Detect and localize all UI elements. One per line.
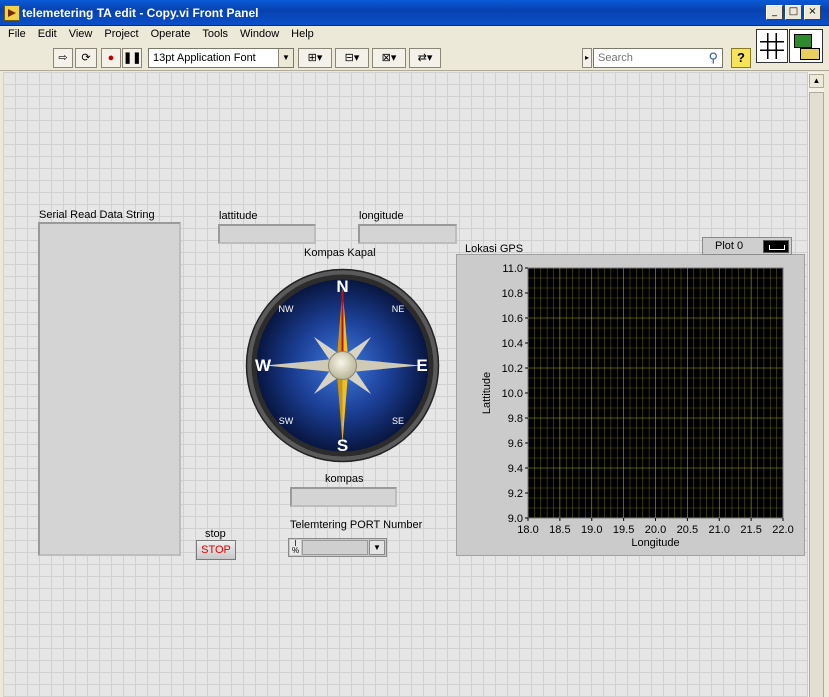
y-tick-label: 11.0 xyxy=(502,263,523,275)
x-tick-label: 21.5 xyxy=(740,524,761,536)
lattitude-indicator[interactable] xyxy=(218,224,316,244)
y-tick-label: 10.0 xyxy=(502,388,523,400)
distribute-objects-icon[interactable]: ⊟▾ xyxy=(335,48,369,68)
align-objects-icon[interactable]: ⊞▾ xyxy=(298,48,332,68)
y-tick-label: 9.2 xyxy=(508,488,523,500)
compass-label: Kompas Kapal xyxy=(304,247,376,259)
x-tick-label: 22.0 xyxy=(772,524,793,536)
minimize-button[interactable]: _ xyxy=(766,5,783,20)
search-expand-icon[interactable]: ▸ xyxy=(582,48,592,68)
menu-file[interactable]: File xyxy=(2,26,32,45)
y-tick-label: 10.2 xyxy=(502,363,523,375)
compass-e: E xyxy=(416,356,427,375)
plot-legend[interactable]: Plot 0 xyxy=(702,237,792,255)
compass-sw: SW xyxy=(279,416,294,426)
y-tick-label: 9.6 xyxy=(508,438,523,450)
x-tick-label: 18.5 xyxy=(549,524,570,536)
chevron-down-icon[interactable]: ▼ xyxy=(369,540,385,555)
vertical-scrollbar[interactable]: ▲ xyxy=(807,72,824,697)
window-title: telemetering TA edit - Copy.vi Front Pan… xyxy=(22,6,259,20)
x-tick-label: 21.0 xyxy=(709,524,730,536)
font-dropdown-value: 13pt Application Font xyxy=(153,52,256,64)
plot-legend-swatch[interactable] xyxy=(763,240,789,253)
menu-operate[interactable]: Operate xyxy=(145,26,197,45)
kompas-indicator[interactable] xyxy=(290,487,397,507)
scrollbar-thumb[interactable] xyxy=(809,92,824,697)
port-label: Telemtering PORT Number xyxy=(290,519,423,531)
window-controls: _ □ × xyxy=(766,5,821,20)
io-name-icon: I% xyxy=(290,539,301,555)
compass-n: N xyxy=(336,277,348,296)
run-arrow-icon[interactable]: ⇨ xyxy=(53,48,73,68)
gps-xy-graph[interactable]: 18.0 18.5 19.0 19.5 20.0 20.5 21.0 21.5 22.0 9.0 9… xyxy=(457,256,804,554)
lattitude-label: lattitude xyxy=(219,210,258,222)
resize-objects-icon[interactable]: ⊠▾ xyxy=(372,48,406,68)
run-continuously-icon[interactable]: ⟳ xyxy=(75,48,97,68)
menu-view[interactable]: View xyxy=(63,26,99,45)
toolbar: ⇨ ⟳ ● ❚❚ 13pt Application Font ▼ ⊞▾ ⊟▾ ⊠… xyxy=(0,45,829,71)
kompas-label: kompas xyxy=(325,473,364,485)
plot-legend-name: Plot 0 xyxy=(715,240,744,252)
port-value-field[interactable] xyxy=(302,540,368,555)
menu-window[interactable]: Window xyxy=(234,26,285,45)
x-tick-label: 20.0 xyxy=(645,524,666,536)
connector-pane-icon[interactable] xyxy=(756,29,788,63)
abort-icon[interactable]: ● xyxy=(101,48,121,68)
labview-vi-icon xyxy=(4,5,20,21)
serial-read-indicator[interactable] xyxy=(38,222,181,556)
compass-gauge[interactable]: N E S W NE SE SW NW xyxy=(245,268,440,463)
longitude-label: longitude xyxy=(359,210,404,222)
close-button[interactable]: × xyxy=(804,5,821,20)
y-tick-label: 10.4 xyxy=(502,338,523,350)
stop-button[interactable]: STOP xyxy=(196,540,236,560)
y-tick-label: 10.6 xyxy=(502,313,523,325)
font-dropdown[interactable]: 13pt Application Font ▼ xyxy=(148,48,294,68)
menu-help[interactable]: Help xyxy=(285,26,320,45)
search-input[interactable] xyxy=(594,49,694,67)
menu-edit[interactable]: Edit xyxy=(32,26,63,45)
context-help-icon[interactable]: ? xyxy=(731,48,751,68)
menu-project[interactable]: Project xyxy=(98,26,144,45)
stop-label: stop xyxy=(205,528,226,540)
compass-s: S xyxy=(337,436,348,455)
vi-icon[interactable] xyxy=(789,29,823,63)
maximize-button[interactable]: □ xyxy=(785,5,802,20)
menu-tools[interactable]: Tools xyxy=(196,26,234,45)
menu-bar: File Edit View Project Operate Tools Win… xyxy=(0,26,829,45)
x-axis-label: Longitude xyxy=(631,537,679,549)
y-tick-label: 9.0 xyxy=(508,513,523,525)
y-tick-label: 10.8 xyxy=(502,288,523,300)
y-tick-label: 9.4 xyxy=(508,463,523,475)
title-bar: telemetering TA edit - Copy.vi Front Pan… xyxy=(0,0,829,26)
y-tick-label: 9.8 xyxy=(508,413,523,425)
compass-hub xyxy=(328,351,357,380)
longitude-indicator[interactable] xyxy=(358,224,457,244)
y-axis-label: Lattitude xyxy=(481,372,493,414)
x-tick-label: 19.0 xyxy=(581,524,602,536)
x-tick-label: 18.0 xyxy=(517,524,538,536)
search-field[interactable]: ⚲ xyxy=(593,48,723,68)
pause-icon[interactable]: ❚❚ xyxy=(122,48,142,68)
compass-w: W xyxy=(255,356,272,375)
chevron-down-icon: ▼ xyxy=(278,49,293,67)
scroll-up-icon[interactable]: ▲ xyxy=(809,74,824,88)
compass-ne: NE xyxy=(392,304,405,314)
compass-nw: NW xyxy=(279,304,294,314)
x-tick-label: 19.5 xyxy=(613,524,634,536)
compass-se: SE xyxy=(392,416,404,426)
serial-read-label: Serial Read Data String xyxy=(39,209,155,221)
x-tick-label: 20.5 xyxy=(677,524,698,536)
reorder-icon[interactable]: ⇄▾ xyxy=(409,48,441,68)
search-icon[interactable]: ⚲ xyxy=(708,50,718,66)
port-selector[interactable]: I% ▼ xyxy=(288,538,387,557)
